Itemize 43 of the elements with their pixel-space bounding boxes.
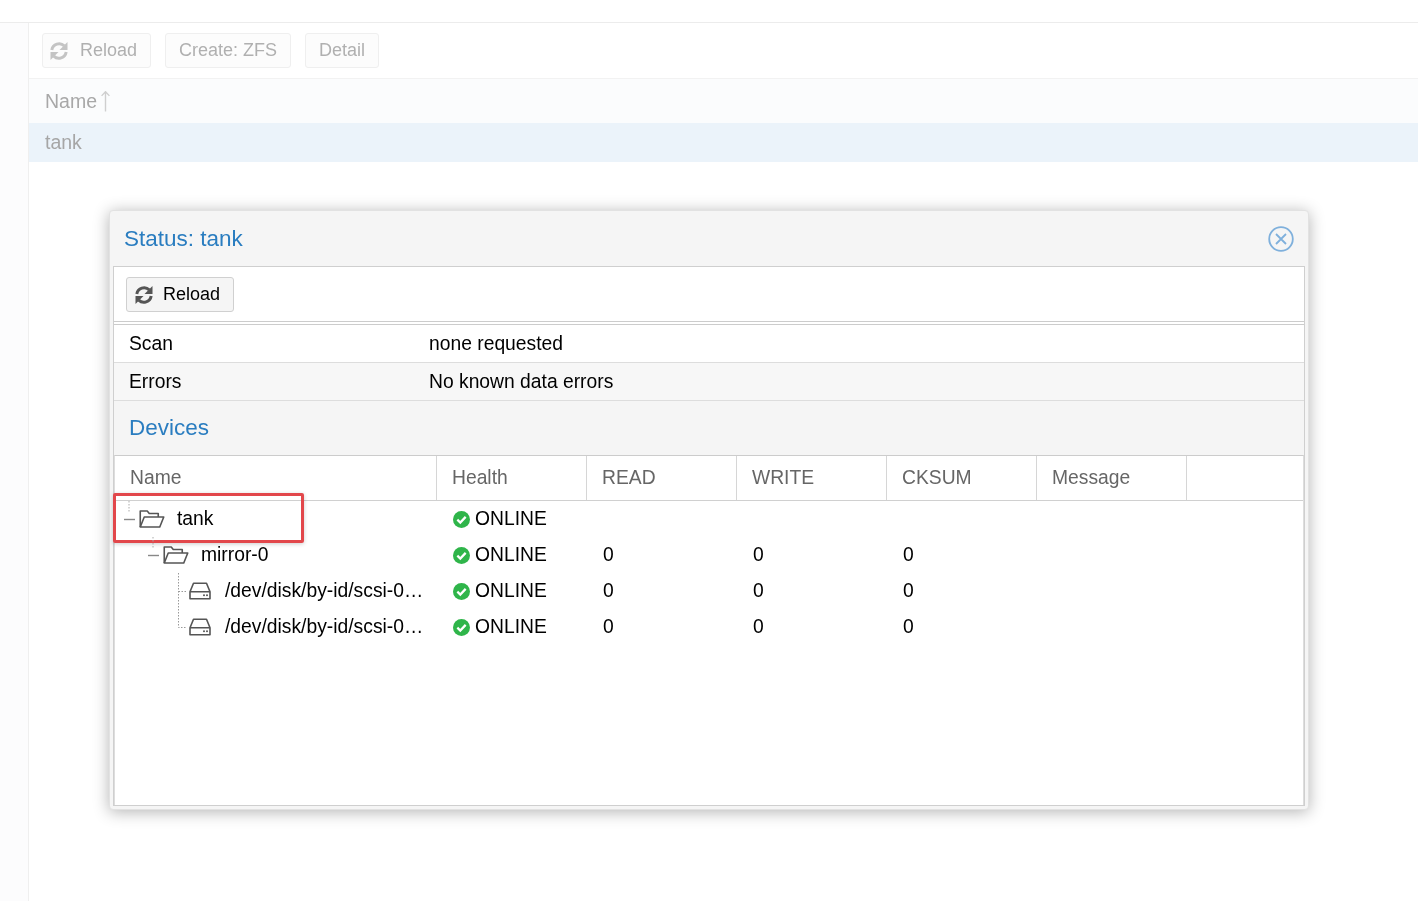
table-cell: 0 — [753, 616, 764, 638]
table-cell: 0 — [903, 580, 914, 602]
tree-node-label[interactable]: tank — [177, 508, 214, 530]
property-label: Errors — [129, 370, 182, 392]
table-cell: 0 — [753, 580, 764, 602]
table-cell: 0 — [603, 544, 614, 566]
column-header[interactable]: READ — [602, 467, 656, 489]
table-cell: 0 — [903, 616, 914, 638]
health-status: ONLINE — [475, 508, 547, 530]
collapse-icon[interactable] — [148, 537, 159, 557]
health-status: ONLINE — [475, 616, 547, 638]
reload-button[interactable]: Reload — [126, 277, 235, 312]
table-cell: 0 — [903, 544, 914, 566]
tree-node-label[interactable]: /dev/disk/by-id/scsi-0… — [225, 616, 424, 638]
table-cell: 0 — [603, 580, 614, 602]
table-cell: 0 — [603, 616, 614, 638]
property-value: none requested — [429, 332, 563, 355]
folder-icon — [139, 510, 165, 528]
table-cell: 0 — [753, 544, 764, 566]
health-status: ONLINE — [475, 544, 547, 566]
column-header[interactable]: Name — [130, 467, 182, 489]
column-header[interactable]: Health — [452, 467, 508, 489]
check-circle-icon — [453, 618, 470, 636]
health-status: ONLINE — [475, 580, 547, 602]
collapse-icon[interactable] — [124, 501, 135, 521]
check-circle-icon — [453, 582, 470, 600]
tree-node-label[interactable]: mirror-0 — [201, 544, 269, 566]
tree-node-label[interactable]: /dev/disk/by-id/scsi-0… — [225, 580, 424, 602]
section-title: Devices — [129, 415, 210, 441]
hard-drive-icon — [189, 618, 211, 636]
hard-drive-icon — [189, 582, 211, 600]
check-circle-icon — [453, 510, 470, 528]
refresh-icon — [135, 285, 153, 304]
column-header[interactable]: WRITE — [752, 467, 815, 489]
property-label: Scan — [129, 332, 173, 354]
refresh-icon — [50, 41, 68, 60]
check-circle-icon — [453, 546, 470, 564]
close-icon[interactable] — [1268, 225, 1294, 252]
dialog-title: Status: tank — [124, 225, 243, 252]
property-value: No known data errors — [429, 370, 614, 393]
folder-icon — [163, 546, 189, 564]
column-header[interactable]: Message — [1052, 467, 1131, 489]
column-header[interactable]: CKSUM — [902, 467, 972, 489]
